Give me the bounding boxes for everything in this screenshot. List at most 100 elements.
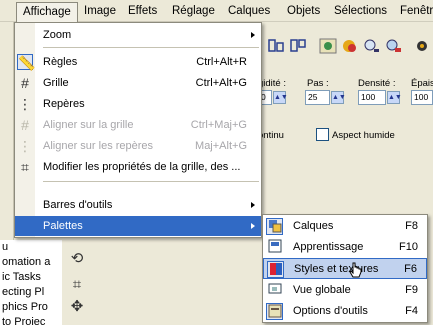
menu-item-zoom[interactable]: Zoom [15, 25, 261, 45]
move-tool-icon[interactable]: ✥ [68, 298, 86, 316]
menu-item-regles[interactable]: 📏 Règles Ctrl+Alt+R [15, 52, 261, 72]
menu-reglage-label: Réglage [172, 5, 215, 17]
menu-affichage[interactable]: Affichage [16, 2, 78, 22]
submenu-item-apprentissage[interactable]: Apprentissage F10 [263, 237, 427, 258]
overview-icon [266, 282, 283, 299]
materials-palette-icon [267, 261, 284, 278]
menu-reglage[interactable]: Réglage [166, 2, 221, 20]
list-item[interactable]: ic Tasks [0, 270, 62, 285]
menu-item-palettes[interactable]: Palettes [15, 216, 261, 236]
thickness-label: Épais [411, 78, 433, 89]
menu-item-label: Aligner sur la grille [43, 119, 134, 131]
menu-item-grille[interactable]: # Grille Ctrl+Alt+G [15, 73, 261, 93]
submenu-item-label: Options d'outils [293, 305, 368, 317]
submenu-item-options-outils[interactable]: Options d'outils F4 [263, 301, 427, 322]
list-item[interactable]: phics Pro [0, 300, 62, 315]
submenu-item-shortcut: F6 [404, 263, 417, 275]
menu-calques[interactable]: Calques [222, 2, 276, 20]
guides-icon: ⋮ [18, 96, 32, 112]
submenu-item-shortcut: F8 [405, 220, 418, 232]
density-field[interactable]: 100 [358, 90, 386, 105]
tools-toolbar: ⟲ ⌗ ✥ [62, 240, 92, 325]
thickness-field[interactable]: 100 [411, 90, 433, 105]
menu-objets-label: Objets [287, 5, 321, 17]
rulers-icon: 📏 [17, 54, 36, 71]
tool-options-icon [266, 303, 283, 320]
menu-item-barres-outils[interactable]: Barres d'outils [15, 195, 261, 215]
menu-item-aligner-reperes[interactable]: ⋮ Aligner sur les repères Maj+Alt+G [15, 136, 261, 156]
menu-image-label: Image [84, 5, 116, 17]
menu-objets[interactable]: Objets [281, 2, 326, 20]
submenu-item-shortcut: F10 [399, 241, 418, 253]
zoom-adjust-icon[interactable] [362, 37, 382, 55]
align-icon[interactable] [266, 37, 286, 55]
menu-item-shortcut: Maj+Alt+G [195, 140, 247, 152]
submenu-item-vue-globale[interactable]: Vue globale F9 [263, 280, 427, 301]
menu-image[interactable]: Image [78, 2, 122, 20]
menu-separator [43, 181, 259, 182]
menu-item-grid-properties[interactable]: ⌗ Modifier les propriétés de la grille, … [15, 157, 261, 177]
menu-item-label: Grille [43, 77, 69, 89]
menu-selections-label: Sélections [334, 5, 388, 17]
density-stepper[interactable]: ▲▼ [387, 91, 402, 104]
submenu-item-shortcut: F9 [405, 284, 418, 296]
menu-item-shortcut: Ctrl+Alt+G [195, 77, 247, 89]
step-stepper[interactable]: ▲▼ [331, 91, 346, 104]
menu-selections[interactable]: Sélections [328, 2, 393, 20]
menu-item-aligner-grille[interactable]: # Aligner sur la grille Ctrl+Maj+G [15, 115, 261, 135]
submenu-item-label: Vue globale [293, 284, 351, 296]
submenu-item-styles-textures[interactable]: Styles et textures F6 [263, 258, 427, 279]
menu-separator [43, 47, 259, 48]
lasso-tool-icon[interactable]: ⟲ [68, 250, 86, 268]
enhance-icon[interactable] [384, 37, 404, 55]
snap-guides-icon: ⋮ [18, 138, 32, 154]
menu-effets-label: Effets [128, 5, 158, 17]
menu-item-label: Repères [43, 98, 85, 110]
submenu-item-label: Calques [293, 220, 334, 232]
submenu-item-label: Styles et textures [294, 263, 379, 275]
menu-item-reperes[interactable]: ⋮ Repères [15, 94, 261, 114]
menu-effets[interactable]: Effets [122, 2, 163, 20]
hand-cursor-icon [349, 262, 362, 278]
list-item[interactable]: ecting Pl [0, 285, 62, 300]
list-item[interactable]: u [0, 240, 62, 255]
wet-look-label: Aspect humide [332, 130, 395, 141]
rigidity-stepper[interactable]: ▲▼ [273, 91, 288, 104]
menu-item-label: Barres d'outils [43, 199, 113, 211]
menu-calques-label: Calques [228, 5, 271, 17]
menu-item-label: Aligner sur les repères [43, 140, 154, 152]
wet-look-checkbox[interactable] [316, 128, 329, 141]
list-item[interactable]: to Projec [0, 315, 62, 325]
crop-tool-icon[interactable]: ⌗ [68, 276, 86, 294]
submenu-item-label: Apprentissage [293, 241, 364, 253]
learning-center-list: u omation a ic Tasks ecting Pl phics Pro… [0, 240, 62, 325]
menu-item-shortcut: Ctrl+Maj+G [190, 119, 247, 131]
menu-item-label: Règles [43, 56, 78, 68]
menu-item-label: Zoom [43, 29, 72, 41]
snap-grid-icon: # [21, 117, 29, 133]
submenu-arrow-icon [251, 202, 255, 208]
menu-fenetre-label: Fenêtre [400, 5, 433, 17]
learning-center-icon [266, 239, 283, 256]
menu-bar: Affichage Image Effets Réglage Calques O… [0, 0, 433, 22]
menu-fenetre[interactable]: Fenêtre [394, 2, 433, 20]
distribute-icon[interactable] [288, 37, 308, 55]
step-label: Pas : [307, 78, 329, 89]
image-icon[interactable] [318, 37, 338, 55]
step-field[interactable]: 25 [305, 90, 330, 105]
menu-item-label: Modifier les propriétés de la grille, de… [43, 161, 241, 173]
script-icon[interactable] [412, 37, 432, 55]
submenu-arrow-icon [251, 223, 255, 229]
list-item[interactable]: omation a [0, 255, 62, 270]
layers-palette-icon [266, 218, 283, 235]
grid-properties-icon: ⌗ [21, 159, 29, 175]
rigidity-label: gidité : [258, 78, 286, 89]
view-menu-dropdown: Zoom 📏 Règles Ctrl+Alt+R # Grille Ctrl+A… [14, 22, 262, 238]
color-adjust-icon[interactable] [340, 37, 360, 55]
density-label: Densité : [358, 78, 396, 89]
menu-item-shortcut: Ctrl+Alt+R [196, 56, 247, 68]
palettes-submenu: Calques F8 Apprentissage F10 Styles et t… [262, 214, 428, 323]
submenu-item-shortcut: F4 [405, 305, 418, 317]
grid-icon: # [21, 75, 29, 91]
submenu-item-calques[interactable]: Calques F8 [263, 216, 427, 237]
